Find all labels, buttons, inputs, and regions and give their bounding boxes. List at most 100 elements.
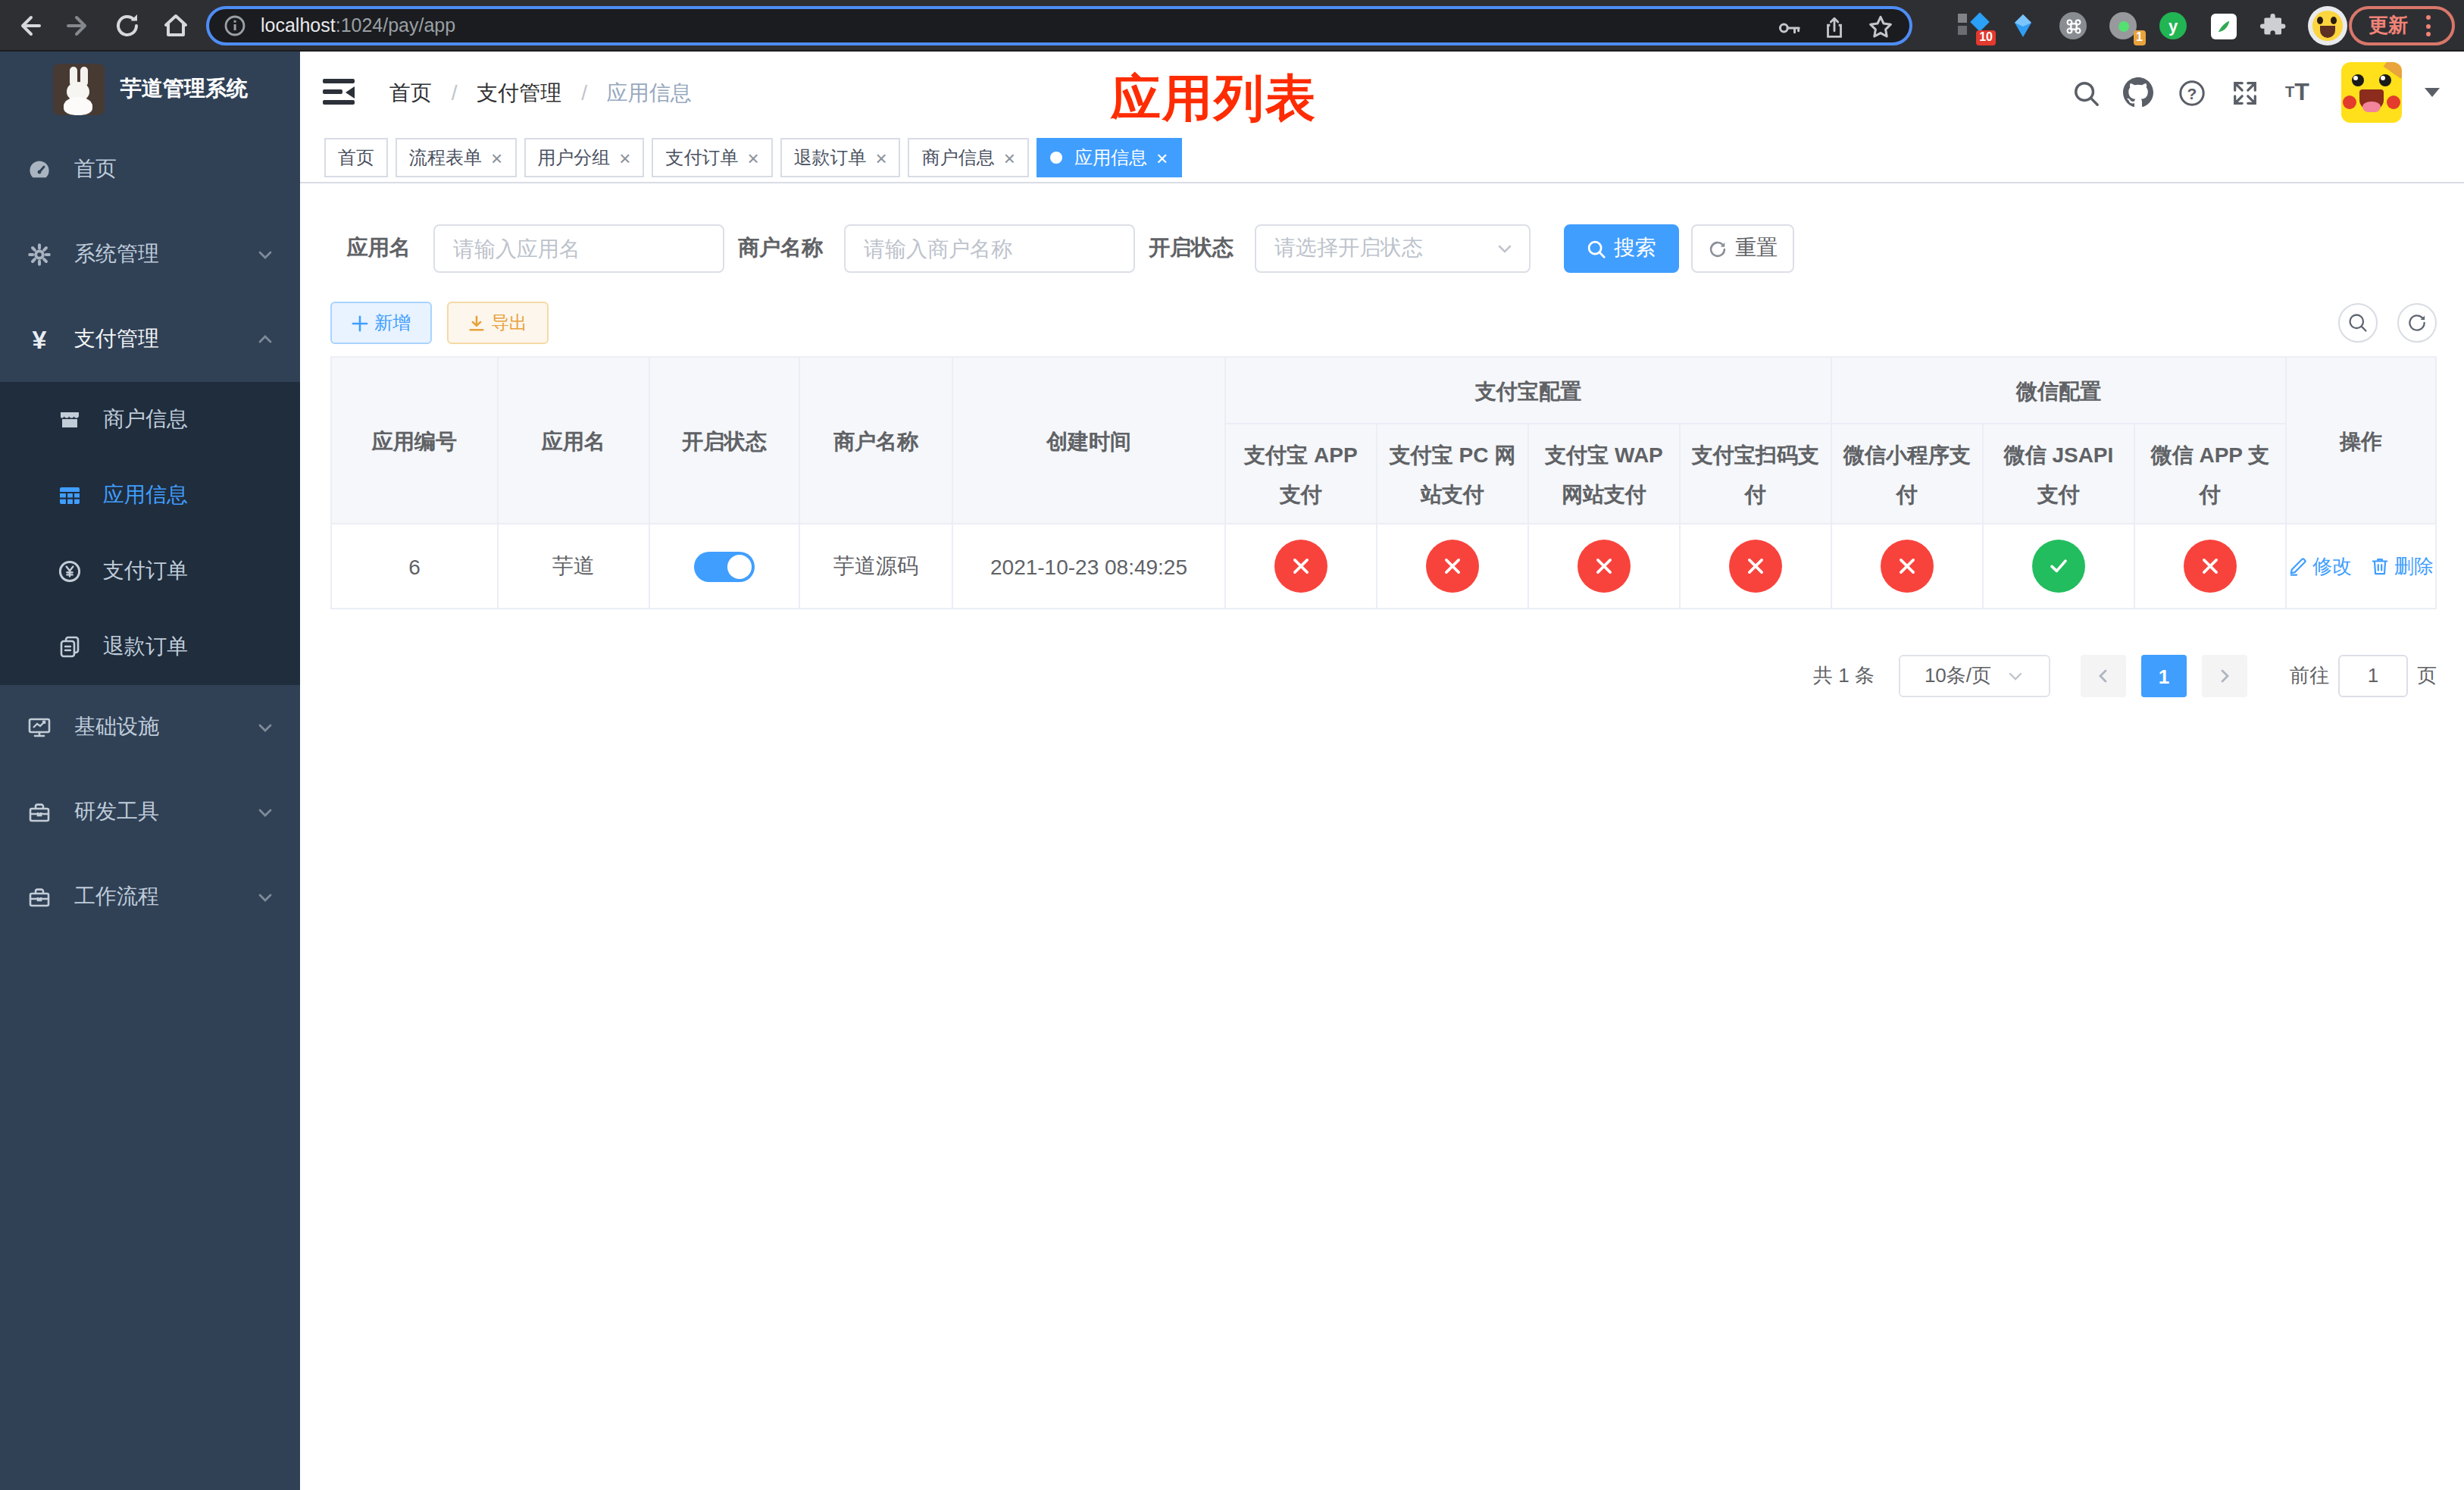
- alipay-wap-status-icon: [1578, 540, 1631, 593]
- browser-reload-icon[interactable]: [112, 11, 142, 41]
- wx-jsapi-status-icon: [2032, 540, 2085, 593]
- breadcrumb-home[interactable]: 首页: [389, 80, 432, 105]
- col-merchant: 商户名称: [799, 357, 952, 524]
- bookmark-star-icon[interactable]: [1867, 14, 1894, 41]
- browser-profile-avatar[interactable]: [2308, 6, 2347, 45]
- page-unit: 页: [2417, 662, 2437, 690]
- sidebar-logo[interactable]: 芋道管理系统: [0, 52, 300, 127]
- current-page-button[interactable]: 1: [2141, 655, 2187, 697]
- select-caret-icon: [2006, 667, 2025, 685]
- tab-refund-order[interactable]: 退款订单×: [780, 138, 901, 177]
- tab-process-form[interactable]: 流程表单×: [396, 138, 516, 177]
- url-text[interactable]: localhost:1024/pay/app: [261, 15, 455, 36]
- sidebar: 芋道管理系统 首页 系统管理 ¥ 支付管理: [0, 52, 300, 1490]
- font-size-icon[interactable]: TT: [2282, 77, 2312, 108]
- sidebar-item-pay-order[interactable]: 支付订单: [0, 534, 300, 609]
- toolbar: 新增 导出: [330, 302, 2437, 344]
- close-icon[interactable]: ×: [619, 146, 630, 169]
- extension-y-icon[interactable]: y: [2158, 11, 2188, 41]
- merchant-name-input[interactable]: [844, 224, 1135, 273]
- col-alipay-pc: 支付宝 PC 网站支付: [1377, 424, 1528, 524]
- merchant-name-label: 商户名称: [738, 235, 823, 262]
- password-key-icon[interactable]: [1776, 14, 1802, 40]
- sidebar-item-refund-order[interactable]: 退款订单: [0, 609, 300, 685]
- sidebar-item-home[interactable]: 首页: [0, 127, 300, 212]
- sidebar-item-pay[interactable]: ¥ 支付管理: [0, 297, 300, 382]
- browser-chrome: localhost:1024/pay/app 10 1 y 更新: [0, 0, 2464, 52]
- sidebar-item-workflow[interactable]: 工作流程: [0, 855, 300, 940]
- sidebar-item-devtools[interactable]: 研发工具: [0, 770, 300, 855]
- user-avatar[interactable]: [2341, 62, 2402, 123]
- status-toggle[interactable]: [694, 551, 755, 581]
- page-size-select[interactable]: 10条/页: [1899, 655, 2050, 697]
- breadcrumb-pay[interactable]: 支付管理: [477, 80, 561, 105]
- tab-user-group[interactable]: 用户分组×: [524, 138, 644, 177]
- dashboard-icon: [27, 158, 52, 182]
- help-icon[interactable]: ?: [2176, 77, 2206, 108]
- chevron-left-icon: [2094, 667, 2112, 685]
- sidebar-collapse-icon[interactable]: [323, 79, 355, 106]
- edit-button[interactable]: 修改: [2288, 552, 2352, 580]
- extension-command-icon[interactable]: [2058, 11, 2088, 41]
- plus-icon: [352, 315, 368, 331]
- browser-back-icon[interactable]: [14, 11, 44, 41]
- yen-circle-icon: [58, 559, 82, 584]
- browser-update-button[interactable]: 更新: [2349, 6, 2455, 45]
- close-icon[interactable]: ×: [1004, 146, 1015, 169]
- delete-button[interactable]: 删除: [2370, 552, 2434, 580]
- search-icon[interactable]: [2070, 77, 2100, 108]
- close-icon[interactable]: ×: [876, 146, 887, 169]
- cell-app-id: 6: [331, 524, 498, 609]
- close-icon[interactable]: ×: [747, 146, 758, 169]
- github-icon[interactable]: [2123, 77, 2153, 108]
- tab-merchant-info[interactable]: 商户信息×: [908, 138, 1029, 177]
- close-icon[interactable]: ×: [491, 146, 502, 169]
- reset-button[interactable]: 重置: [1691, 224, 1794, 273]
- fullscreen-icon[interactable]: [2229, 77, 2259, 108]
- screenshot-root: localhost:1024/pay/app 10 1 y 更新 芋道管理系统: [0, 0, 2464, 1490]
- browser-forward-icon[interactable]: [64, 11, 94, 41]
- col-status: 开启状态: [649, 357, 799, 524]
- wx-lite-status-icon: [1881, 540, 1934, 593]
- col-wx-app: 微信 APP 支付: [2134, 424, 2286, 524]
- tab-pay-order[interactable]: 支付订单×: [652, 138, 772, 177]
- extension-diamond-icon[interactable]: 10: [1958, 11, 1988, 41]
- search-button[interactable]: 搜索: [1564, 224, 1679, 273]
- tab-home[interactable]: 首页: [324, 138, 388, 177]
- sidebar-item-merchant-info[interactable]: 商户信息: [0, 382, 300, 458]
- tab-app-info[interactable]: 应用信息×: [1037, 138, 1181, 177]
- hide-search-button[interactable]: [2338, 303, 2378, 343]
- sidebar-item-infra[interactable]: 基础设施: [0, 685, 300, 770]
- prev-page-button[interactable]: [2081, 655, 2126, 697]
- chevron-down-icon: [255, 244, 276, 265]
- extensions-puzzle-icon[interactable]: [2258, 11, 2288, 41]
- add-button[interactable]: 新增: [330, 302, 432, 344]
- address-bar[interactable]: localhost:1024/pay/app: [206, 6, 1912, 45]
- search-button-icon: [1587, 239, 1606, 258]
- sidebar-item-app-info[interactable]: 应用信息: [0, 458, 300, 534]
- browser-home-icon[interactable]: [161, 11, 191, 41]
- col-alipay-qr: 支付宝扫码支付: [1680, 424, 1831, 524]
- refresh-button[interactable]: [2397, 303, 2437, 343]
- extension-gem-icon[interactable]: [2008, 11, 2038, 41]
- reset-refresh-icon: [1708, 239, 1728, 258]
- breadcrumb: 首页 / 支付管理 / 应用信息: [389, 52, 692, 133]
- extension-doc-icon[interactable]: [2208, 11, 2238, 41]
- avatar-dropdown-caret[interactable]: [2425, 88, 2440, 97]
- browser-menu-icon[interactable]: [2426, 15, 2431, 36]
- sidebar-item-system[interactable]: 系统管理: [0, 212, 300, 297]
- pagination-total: 共 1 条: [1813, 662, 1875, 690]
- site-info-icon[interactable]: [224, 15, 245, 36]
- shop-icon: [58, 408, 82, 432]
- extension-recorder-icon[interactable]: 1: [2108, 11, 2138, 41]
- col-alipay-wap: 支付宝 WAP 网站支付: [1528, 424, 1680, 524]
- goto-page-input[interactable]: 1: [2338, 655, 2408, 697]
- app-name-label: 应用名: [347, 235, 411, 262]
- status-select[interactable]: 请选择开启状态: [1255, 224, 1531, 273]
- share-icon[interactable]: [1821, 14, 1847, 40]
- export-button[interactable]: 导出: [447, 302, 549, 344]
- app-name-input[interactable]: [433, 224, 724, 273]
- close-icon[interactable]: ×: [1156, 146, 1168, 169]
- app-table: 应用编号 应用名 开启状态 商户名称 创建时间 支付宝配置 微信配置 操作 支付…: [330, 356, 2437, 609]
- next-page-button[interactable]: [2202, 655, 2247, 697]
